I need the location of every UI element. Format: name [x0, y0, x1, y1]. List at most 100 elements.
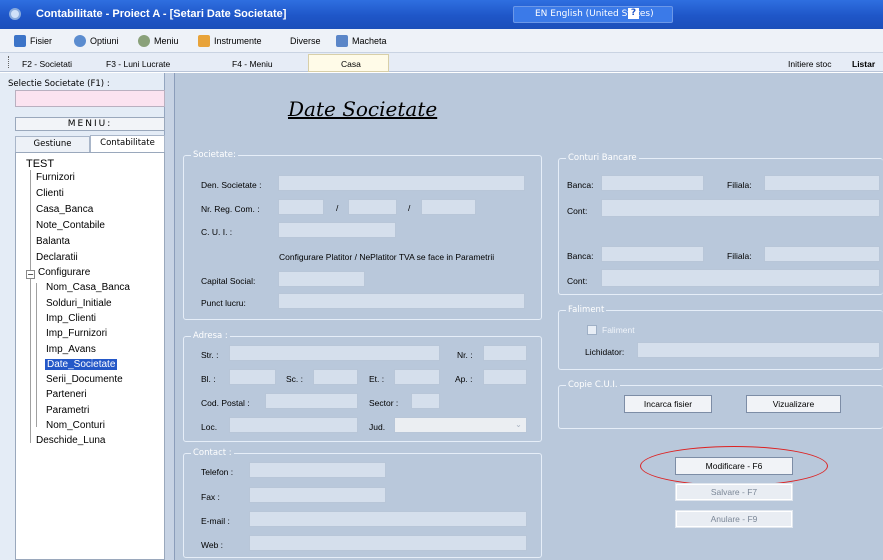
tree-item-deschide-luna[interactable]: Deschide_Luna — [36, 435, 106, 446]
societate-legend: Societate: — [191, 150, 238, 160]
ap-label: Ap. : — [455, 374, 473, 384]
telefon-field[interactable] — [249, 462, 386, 478]
faliment-group — [558, 310, 883, 370]
cod-postal-field[interactable] — [265, 393, 358, 409]
tree-item-solduri-initiale[interactable]: Solduri_Initiale — [46, 298, 112, 309]
lichidator-field[interactable] — [637, 342, 880, 358]
tab-luni-lucrate[interactable]: F3 - Luni Lucrate — [106, 59, 170, 69]
menu-diverse[interactable]: Diverse — [290, 36, 321, 46]
fisier-icon — [14, 35, 26, 47]
tab-gestiune[interactable]: Gestiune — [15, 136, 90, 153]
bl-label: Bl. : — [201, 374, 216, 384]
cont-2-field[interactable] — [601, 269, 880, 287]
tree-item-parteneri[interactable]: Parteneri — [46, 389, 87, 400]
tab-meniu[interactable]: F4 - Meniu — [232, 59, 273, 69]
app-icon[interactable] — [9, 8, 21, 20]
tree-item-imp-clienti[interactable]: Imp_Clienti — [46, 313, 96, 324]
tree-item-serii-documente[interactable]: Serii_Documente — [46, 374, 123, 385]
incarca-fisier-button[interactable]: Incarca fisier — [624, 395, 712, 413]
bl-field[interactable] — [229, 369, 276, 385]
tree-item-casa-banca[interactable]: Casa_Banca — [36, 204, 93, 215]
filiala-1-field[interactable] — [764, 175, 880, 191]
banca-1-field[interactable] — [601, 175, 704, 191]
punct-lucru-field[interactable] — [278, 293, 525, 309]
faliment-checkbox[interactable] — [587, 325, 597, 335]
tree-item-note-contabile[interactable]: Note_Contabile — [36, 220, 105, 231]
nr-label: Nr. : — [457, 350, 473, 360]
lichidator-label: Lichidator: — [585, 347, 625, 357]
tree-item-date-societate[interactable]: Date_Societate — [45, 359, 118, 370]
tree-root[interactable]: TEST — [26, 158, 54, 170]
copie-cui-legend: Copie C.U.I. — [566, 380, 620, 390]
tree-item-declaratii[interactable]: Declaratii — [36, 252, 78, 263]
tree-item-nom-conturi[interactable]: Nom_Conturi — [46, 420, 105, 431]
tree-item-nom-casa-banca[interactable]: Nom_Casa_Banca — [46, 282, 164, 293]
fax-label: Fax : — [201, 492, 220, 502]
salvare-button[interactable]: Salvare - F7 — [675, 483, 793, 501]
sector-field[interactable] — [411, 393, 440, 409]
menu-fisier[interactable]: Fisier — [30, 36, 52, 46]
sc-field[interactable] — [313, 369, 358, 385]
instrumente-icon — [198, 35, 210, 47]
conturi-bancare-legend: Conturi Bancare — [566, 153, 639, 163]
banca-1-label: Banca: — [567, 180, 594, 190]
tree-item-clienti[interactable]: Clienti — [36, 188, 64, 199]
nr-reg-com-3-field[interactable] — [421, 199, 476, 215]
contact-legend: Contact : — [191, 448, 234, 458]
menu-macheta[interactable]: Macheta — [352, 36, 387, 46]
tab-societati[interactable]: F2 - Societati — [22, 59, 72, 69]
anulare-button[interactable]: Anulare - F9 — [675, 510, 793, 528]
menu-optiuni[interactable]: Optiuni — [90, 36, 119, 46]
str-label: Str. : — [201, 350, 219, 360]
capital-social-label: Capital Social: — [201, 276, 256, 286]
punct-lucru-label: Punct lucru: — [201, 298, 246, 308]
filiala-2-field[interactable] — [764, 246, 880, 262]
email-field[interactable] — [249, 511, 527, 527]
et-field[interactable] — [394, 369, 440, 385]
tab-initiere-stoc[interactable]: Initiere stoc — [788, 59, 831, 69]
grip-handle[interactable] — [8, 56, 10, 68]
tree-item-parametri[interactable]: Parametri — [46, 405, 89, 416]
tree-item-furnizori[interactable]: Furnizori — [36, 172, 75, 183]
tree-item-configurare[interactable]: Configurare — [38, 267, 90, 278]
capital-social-field[interactable] — [278, 271, 365, 287]
menu-instrumente[interactable]: Instrumente — [214, 36, 262, 46]
loc-field[interactable] — [229, 417, 358, 433]
optiuni-icon — [74, 35, 86, 47]
selectie-societate-field[interactable] — [15, 90, 165, 107]
chevron-down-icon[interactable]: ⌄ — [511, 418, 526, 432]
ap-field[interactable] — [483, 369, 527, 385]
nr-reg-com-2-field[interactable] — [348, 199, 397, 215]
nr-reg-com-1-field[interactable] — [278, 199, 324, 215]
adresa-legend: Adresa : — [191, 331, 230, 341]
sc-label: Sc. : — [286, 374, 304, 384]
tree-item-imp-avans[interactable]: Imp_Avans — [46, 344, 96, 355]
vizualizare-button[interactable]: Vizualizare — [746, 395, 841, 413]
nr-field[interactable] — [483, 345, 527, 361]
banca-2-label: Banca: — [567, 251, 594, 261]
splitter[interactable] — [165, 73, 175, 560]
filiala-2-label: Filiala: — [727, 251, 752, 261]
tab-listari[interactable]: Listar — [852, 59, 875, 69]
faliment-checkbox-label: Faliment — [602, 325, 635, 335]
help-icon[interactable]: ? — [628, 8, 639, 19]
str-field[interactable] — [229, 345, 440, 361]
cont-1-field[interactable] — [601, 199, 880, 217]
den-societate-field[interactable] — [278, 175, 525, 191]
tab-contabilitate[interactable]: Contabilitate — [90, 135, 165, 153]
tree-item-balanta[interactable]: Balanta — [36, 236, 70, 247]
collapse-icon[interactable]: − — [26, 270, 35, 279]
jud-dropdown[interactable] — [394, 417, 527, 433]
menu-meniu[interactable]: Meniu — [154, 36, 179, 46]
window-title: Contabilitate - Proiect A - [Setari Date… — [36, 8, 287, 20]
meniu-icon — [138, 35, 150, 47]
cont-1-label: Cont: — [567, 206, 588, 216]
web-field[interactable] — [249, 535, 527, 551]
banca-2-field[interactable] — [601, 246, 704, 262]
tree-item-imp-furnizori[interactable]: Imp_Furnizori — [46, 328, 107, 339]
slash-2: / — [408, 203, 411, 213]
cui-field[interactable] — [278, 222, 396, 238]
tab-casa[interactable]: Casa — [341, 59, 361, 69]
fax-field[interactable] — [249, 487, 386, 503]
loc-label: Loc. — [201, 422, 218, 432]
